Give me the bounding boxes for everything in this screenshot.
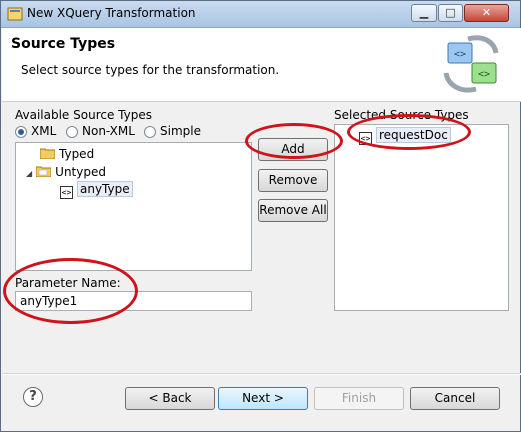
selected-types-label: Selected Source Types	[334, 108, 469, 122]
xml-type-icon: <>	[60, 186, 73, 199]
folder-icon	[40, 148, 55, 159]
maximize-icon: □	[445, 6, 456, 19]
folder-open-icon	[36, 166, 52, 177]
tree-item-label: Typed	[59, 147, 95, 161]
radio-non-xml-label: Non-XML	[82, 124, 135, 138]
tree-item-label: Untyped	[55, 165, 106, 179]
parameter-name-label: Parameter Name:	[15, 276, 121, 290]
available-types-label: Available Source Types	[15, 108, 152, 122]
selected-item-requestdoc[interactable]: <> requestDoc	[359, 127, 451, 145]
page-title: Source Types	[11, 36, 116, 52]
svg-text:<>: <>	[478, 69, 490, 80]
tree-item-label: anyType	[77, 181, 133, 197]
help-icon[interactable]: ?	[23, 387, 43, 407]
tree-item-anytype[interactable]: <> anyType	[60, 181, 133, 199]
dialog-window: New XQuery Transformation ▁ □ ✕ Source T…	[0, 0, 521, 432]
minimize-button[interactable]: ▁	[411, 4, 437, 22]
selected-item-label: requestDoc	[376, 127, 451, 143]
tree-item-untyped[interactable]: ◢ Untyped	[26, 164, 106, 180]
tree-item-typed[interactable]: Typed	[40, 146, 94, 162]
available-types-tree[interactable]: Typed ◢ Untyped <> anyType	[15, 142, 252, 271]
svg-text:<>: <>	[454, 49, 466, 60]
radio-xml-label: XML	[31, 124, 57, 138]
selected-types-list[interactable]: <> requestDoc	[334, 124, 509, 311]
xquery-transform-icon: <> <>	[443, 35, 499, 93]
radio-simple-label: Simple	[160, 124, 201, 138]
remove-button[interactable]: Remove	[258, 169, 328, 192]
cancel-button[interactable]: Cancel	[410, 387, 500, 410]
parameter-name-input[interactable]: anyType1	[15, 291, 252, 311]
radio-simple[interactable]	[144, 126, 156, 138]
wizard-header: Source Types Select source types for the…	[2, 28, 521, 102]
xml-type-icon: <>	[359, 132, 372, 145]
footer-separator	[2, 373, 521, 375]
remove-all-button[interactable]: Remove All	[258, 199, 328, 222]
minimize-icon: ▁	[419, 6, 429, 19]
next-button[interactable]: Next >	[218, 387, 308, 410]
maximize-button[interactable]: □	[438, 4, 463, 22]
page-subtitle: Select source types for the transformati…	[21, 63, 280, 77]
close-icon: ✕	[481, 6, 492, 19]
finish-button[interactable]: Finish	[314, 387, 404, 410]
add-button[interactable]: Add	[258, 138, 328, 161]
window-title: New XQuery Transformation	[27, 6, 196, 20]
back-button[interactable]: < Back	[125, 387, 215, 410]
expand-arrow-icon[interactable]: ◢	[26, 169, 32, 178]
close-button[interactable]: ✕	[464, 4, 509, 22]
radio-xml[interactable]	[15, 126, 27, 138]
title-bar[interactable]: New XQuery Transformation ▁ □ ✕	[1, 1, 520, 28]
radio-non-xml[interactable]	[66, 126, 78, 138]
app-icon	[7, 7, 23, 21]
